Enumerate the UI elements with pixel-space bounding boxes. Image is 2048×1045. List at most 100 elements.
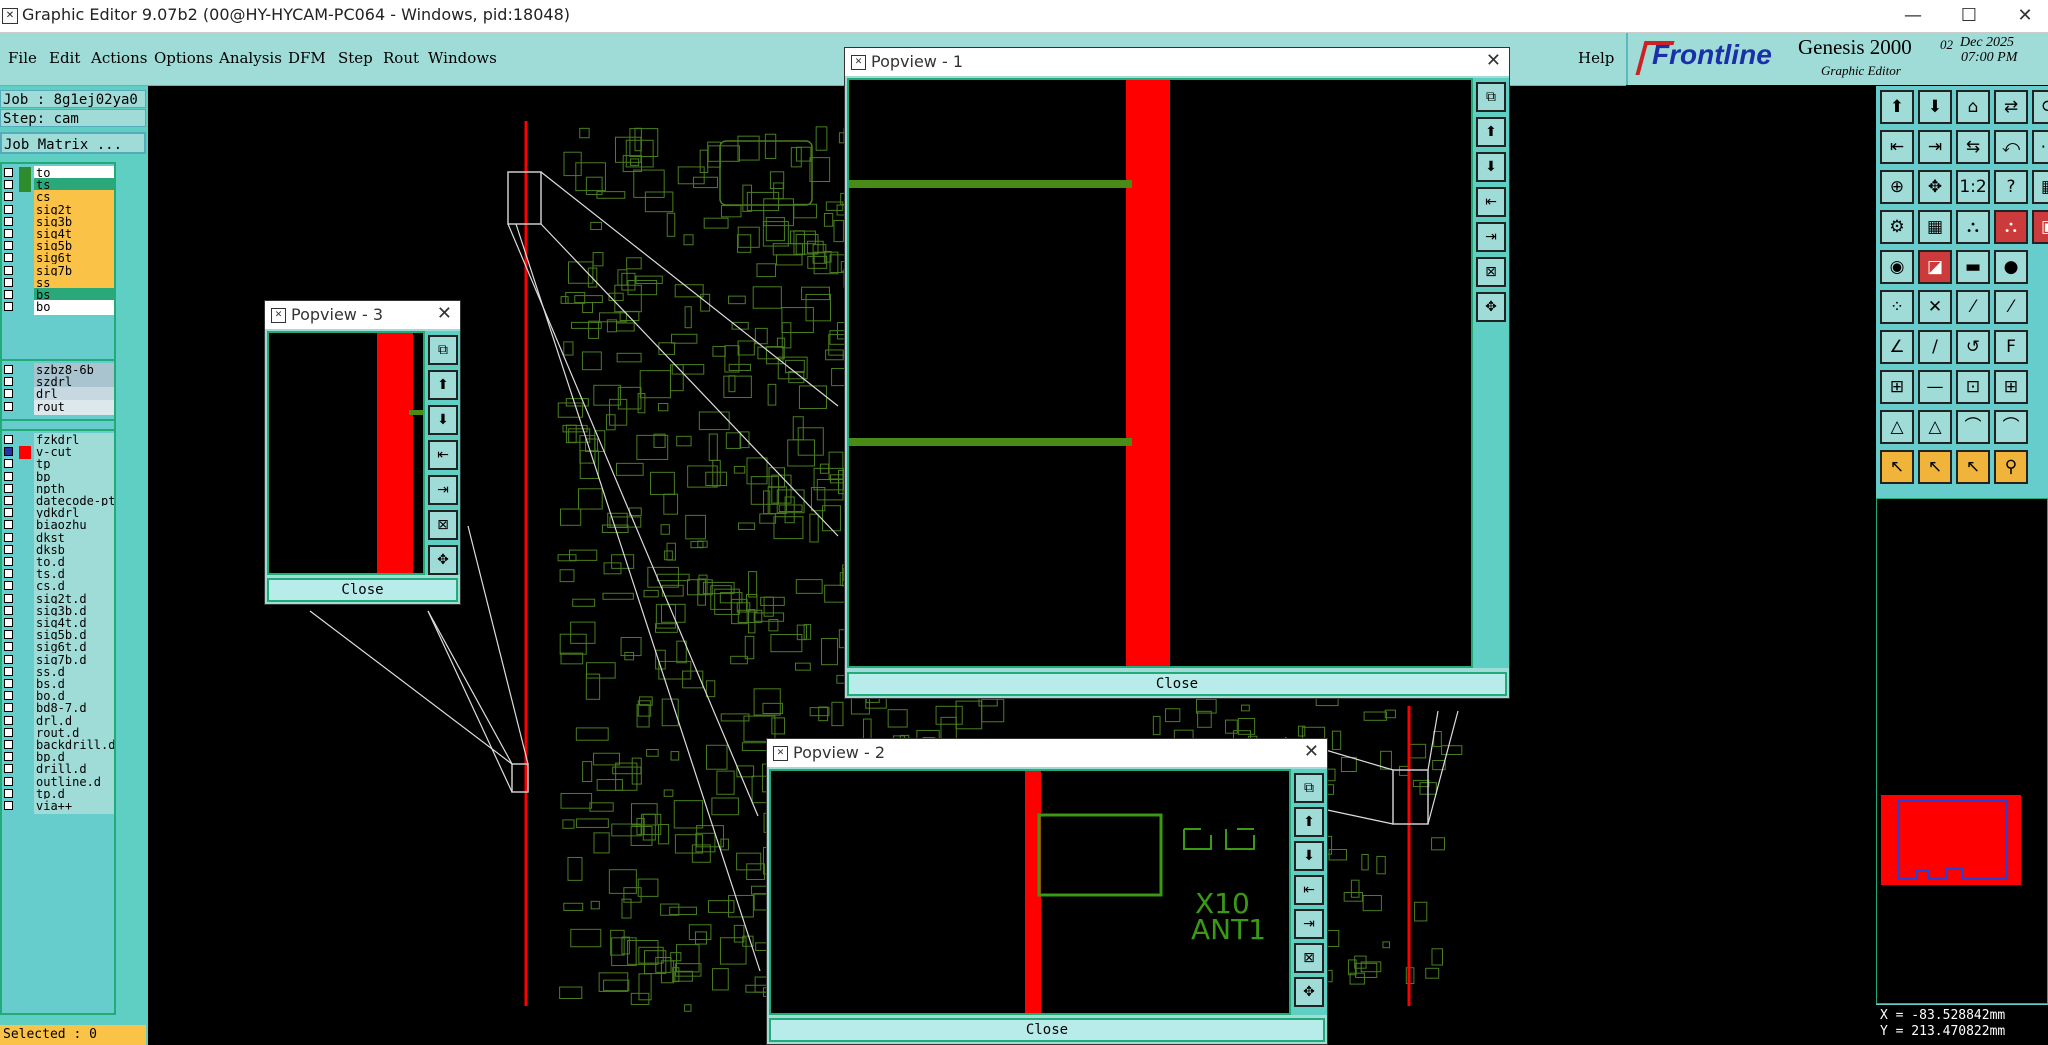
layer-checkbox[interactable]	[4, 471, 13, 481]
layer-checkbox[interactable]	[4, 727, 13, 737]
fit-icon[interactable]: ⊠	[1476, 257, 1506, 287]
layer-row[interactable]: rout	[2, 399, 114, 415]
popview-3-close-icon[interactable]: ✕	[437, 303, 452, 324]
popview-2-close-icon[interactable]: ✕	[1304, 741, 1319, 762]
layer-checkbox[interactable]	[4, 290, 13, 299]
layer-color-swatch[interactable]	[19, 800, 31, 813]
measure-icon[interactable]: ⊡	[1956, 370, 1990, 404]
zoom-right-icon[interactable]: ⇥	[1918, 130, 1952, 164]
menu-step[interactable]: Step	[338, 49, 373, 67]
cross-icon[interactable]: ⚙	[1880, 210, 1914, 244]
menu-analysis[interactable]: Analysis	[219, 49, 282, 67]
popview-2-canvas[interactable]: X10 ANT1	[769, 769, 1291, 1015]
help-icon[interactable]: ?	[1994, 170, 2028, 204]
grid-icon[interactable]: ▦	[2032, 170, 2048, 204]
popview-3-close-button[interactable]: Close	[267, 578, 458, 602]
zoom-fit-icon[interactable]: ⇆	[1956, 130, 1990, 164]
move-icon[interactable]: ✥	[1294, 977, 1324, 1007]
zoom-in-icon[interactable]: ⬇	[1918, 90, 1952, 124]
poly-icon[interactable]: △	[1918, 410, 1952, 444]
layer-checkbox[interactable]	[4, 389, 13, 399]
zoom-back-icon[interactable]: ⤺	[1994, 130, 2028, 164]
layer-checkbox[interactable]	[4, 788, 13, 798]
layer-checkbox[interactable]	[4, 764, 13, 774]
layer-checkbox[interactable]	[4, 703, 13, 713]
layer-checkbox[interactable]	[4, 618, 13, 627]
layer-icon[interactable]: ▣	[2032, 210, 2048, 244]
select-icon[interactable]: ↖	[1880, 450, 1914, 484]
layer-checkbox[interactable]	[4, 508, 13, 518]
layer-checkbox[interactable]	[4, 277, 13, 287]
layer-checkbox[interactable]	[4, 241, 13, 251]
grid-toggle-icon[interactable]: ▦	[1918, 210, 1952, 244]
circle-icon[interactable]: ●	[1994, 250, 2028, 284]
hole-icon[interactable]: ⊞	[1880, 370, 1914, 404]
connect-icon[interactable]: ⁘	[1880, 290, 1914, 324]
snap-icon[interactable]: ⋯	[2032, 130, 2048, 164]
net-icon[interactable]: ⛬	[1956, 210, 1990, 244]
layer-checkbox[interactable]	[4, 544, 13, 554]
net-alt-icon[interactable]: ⛬	[1994, 210, 2028, 244]
layer-checkbox[interactable]	[4, 532, 13, 542]
layer-checkbox[interactable]	[4, 180, 13, 190]
layer-checkbox[interactable]	[4, 605, 13, 615]
move-icon[interactable]: ⁄	[1956, 290, 1990, 324]
fit-icon[interactable]: ⊠	[1294, 943, 1324, 973]
menu-options[interactable]: Options	[154, 49, 213, 67]
popview-1-close-icon[interactable]: ✕	[1486, 50, 1501, 71]
layer-checkbox[interactable]	[4, 435, 13, 444]
layer-row[interactable]: bo	[2, 300, 114, 316]
layer-checkbox[interactable]	[4, 654, 13, 664]
tri-icon[interactable]: △	[1880, 410, 1914, 444]
layer-checkbox[interactable]	[4, 666, 13, 676]
pan-left-icon[interactable]: ⇤	[1476, 187, 1506, 217]
popview-1-canvas[interactable]	[847, 78, 1473, 668]
layer-color-swatch[interactable]	[19, 301, 31, 314]
zoom-home-icon[interactable]: ⧉	[428, 335, 458, 365]
layer-checkbox[interactable]	[4, 715, 13, 725]
layer-name[interactable]: via++	[34, 799, 114, 814]
text-icon[interactable]: F	[1994, 330, 2028, 364]
move-icon[interactable]: ✥	[428, 545, 458, 575]
zoom-in-icon[interactable]: ⬆	[1476, 117, 1506, 147]
menu-actions[interactable]: Actions	[91, 49, 147, 67]
menu-windows[interactable]: Windows	[428, 49, 497, 67]
zoom-out-icon[interactable]: ⬇	[1294, 841, 1324, 871]
layer-checkbox[interactable]	[4, 483, 13, 493]
layer-checkbox[interactable]	[4, 679, 13, 688]
zoom-home-icon[interactable]: ⬆	[1880, 90, 1914, 124]
select-alt-icon[interactable]: ↖	[1918, 450, 1952, 484]
layer-checkbox[interactable]	[4, 801, 13, 810]
fit-icon[interactable]: ⊕	[1880, 170, 1914, 204]
copy-icon[interactable]: ⁄	[1994, 290, 2028, 324]
pan-right-icon[interactable]: ⇥	[1476, 222, 1506, 252]
layer-checkbox[interactable]	[4, 630, 13, 640]
layer-checkbox[interactable]	[4, 520, 13, 530]
zoom-in-icon[interactable]: ⬆	[1294, 807, 1324, 837]
pan-icon[interactable]: ⇄	[1994, 90, 2028, 124]
layer-name[interactable]: bo	[34, 300, 114, 316]
zoom-out-icon[interactable]: ⬇	[428, 405, 458, 435]
menu-dfm[interactable]: DFM	[288, 49, 326, 67]
line-icon[interactable]: ▬	[1956, 250, 1990, 284]
layer-checkbox[interactable]	[4, 377, 13, 387]
pan-left-icon[interactable]: ⇤	[1294, 875, 1324, 905]
slope-icon[interactable]: /	[1918, 330, 1952, 364]
layer-checkbox[interactable]	[4, 642, 13, 652]
menu-file[interactable]: File	[8, 49, 37, 67]
layer-checkbox[interactable]	[4, 302, 13, 312]
layer-checkbox[interactable]	[4, 776, 13, 786]
menu-edit[interactable]: Edit	[49, 49, 80, 67]
scale-icon[interactable]: 1:2	[1956, 170, 1990, 204]
layer-checkbox[interactable]	[4, 581, 13, 591]
layer-checkbox[interactable]	[4, 557, 13, 566]
route-icon[interactable]: ⚲	[1994, 450, 2028, 484]
layer-checkbox[interactable]	[4, 229, 13, 238]
arch-icon[interactable]: ⌒	[1956, 410, 1990, 444]
layer-checkbox[interactable]	[4, 253, 13, 263]
popview-1-close-button[interactable]: Close	[847, 672, 1507, 696]
layer-checkbox[interactable]	[4, 192, 13, 202]
menu-help[interactable]: Help	[1578, 49, 1614, 67]
layer-checkbox[interactable]	[4, 401, 13, 411]
layer-checkbox[interactable]	[4, 740, 13, 749]
